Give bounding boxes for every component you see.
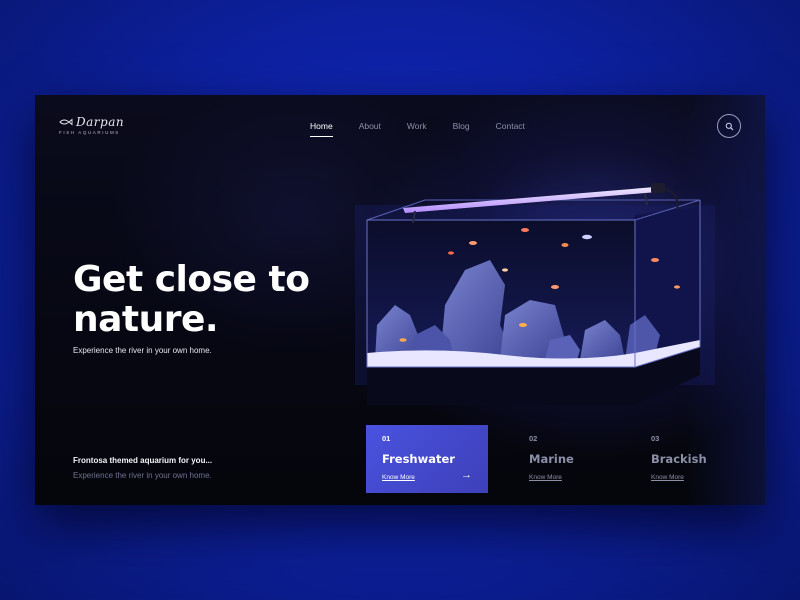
promo-subtitle: Experience the river in your own home. — [73, 471, 212, 480]
main-nav: Home About Work Blog Contact — [310, 121, 551, 137]
category-name: Brackish — [651, 452, 707, 466]
arrow-right-icon[interactable]: → — [461, 469, 472, 481]
brand-tagline: FISH AQUARIUMS — [59, 130, 120, 135]
hero-subtitle: Experience the river in your own home. — [73, 346, 212, 355]
brand-logo[interactable]: Darpan FISH AQUARIUMS — [59, 115, 124, 135]
search-icon — [725, 122, 733, 130]
hero-title-line-2: nature. — [73, 299, 219, 340]
fish-icon — [59, 118, 73, 126]
category-name: Freshwater — [382, 452, 455, 466]
nav-blog[interactable]: Blog — [453, 121, 470, 131]
know-more-link[interactable]: Know More — [382, 474, 415, 481]
category-card-marine[interactable]: 02 Marine Know More — [513, 425, 635, 493]
category-number: 02 — [529, 434, 538, 443]
category-card-brackish[interactable]: 03 Brackish Know More — [635, 425, 757, 493]
hero-title: Get close to nature. — [73, 260, 363, 340]
search-button[interactable] — [717, 114, 741, 138]
category-number: 03 — [651, 434, 660, 443]
hero-card: Darpan FISH AQUARIUMS Home About Work Bl… — [35, 95, 765, 505]
know-more-link[interactable]: Know More — [529, 474, 562, 481]
category-number: 01 — [382, 434, 391, 443]
brand-name: Darpan — [76, 115, 125, 129]
nav-home[interactable]: Home — [310, 121, 333, 137]
promo-title: Frontosa themed aquarium for you... — [73, 456, 213, 465]
know-more-link[interactable]: Know More — [651, 474, 684, 481]
aquarium-image — [355, 183, 715, 405]
nav-about[interactable]: About — [359, 121, 381, 131]
nav-contact[interactable]: Contact — [496, 121, 525, 131]
category-card-freshwater[interactable]: 01 Freshwater Know More → — [366, 425, 488, 493]
nav-work[interactable]: Work — [407, 121, 427, 131]
hero-title-line-1: Get close to — [73, 259, 310, 300]
category-name: Marine — [529, 452, 574, 466]
